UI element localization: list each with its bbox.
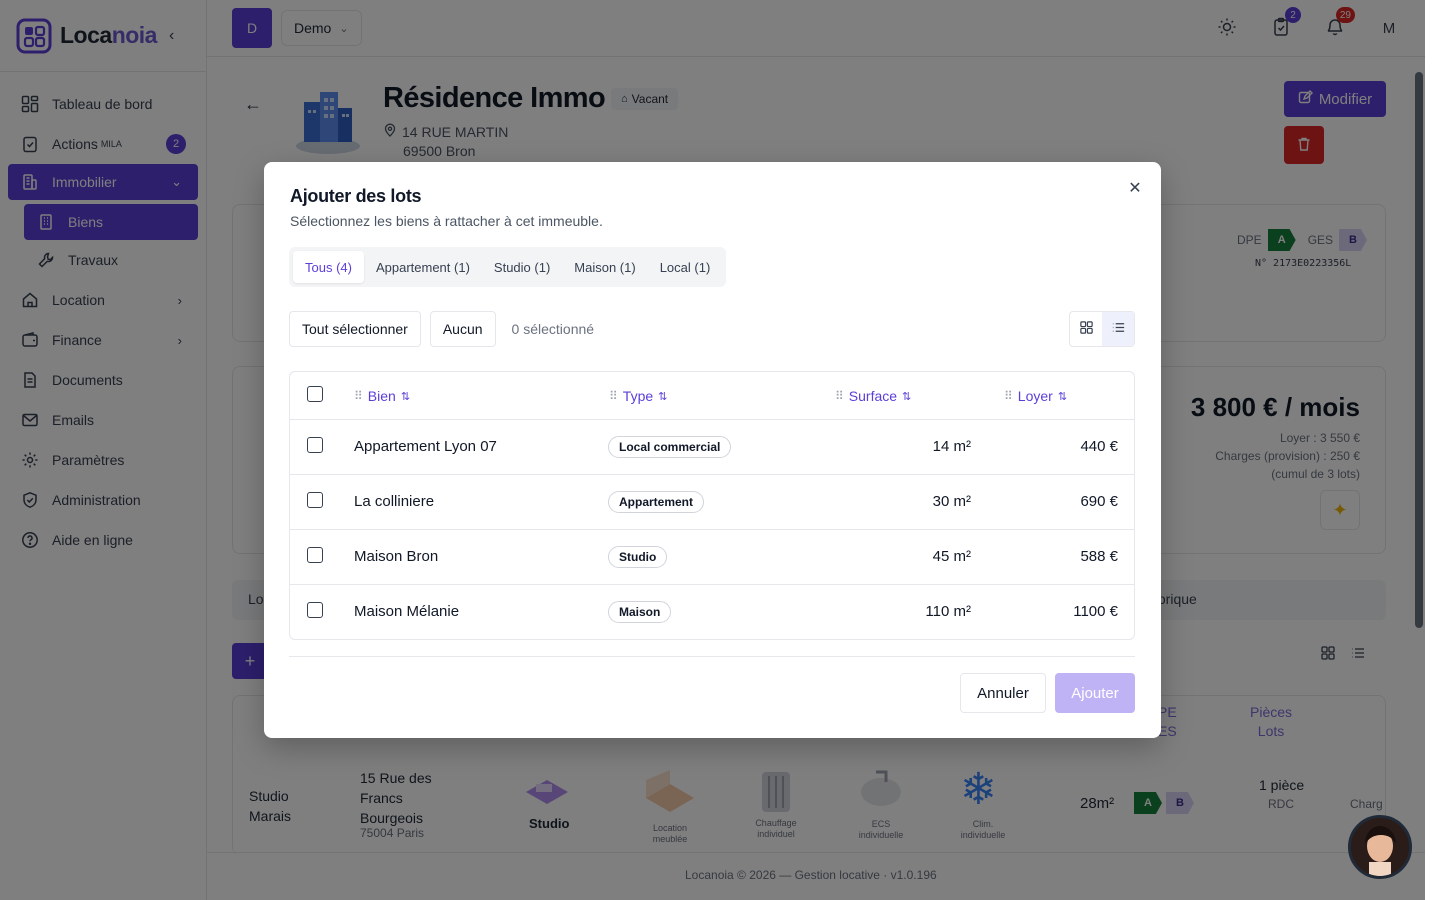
drag-handle-icon[interactable]: ⠿ [835,389,844,403]
row-checkbox[interactable] [307,437,323,453]
dialog-footer-divider [289,656,1135,657]
tab-appartement[interactable]: Appartement (1) [364,251,482,283]
grid-view-button[interactable] [1070,312,1102,346]
column-loyer-label: Loyer [1017,388,1053,404]
drag-handle-icon[interactable]: ⠿ [609,389,618,403]
assistant-avatar[interactable] [1348,815,1412,879]
type-filter-tabs: Tous (4) Appartement (1) Studio (1) Mais… [289,247,727,287]
lot-type-badge: Local commercial [608,436,732,458]
lot-rent: 1100 € [1073,603,1118,620]
lot-type-badge: Maison [608,601,672,623]
table-header: ⠿ Bien ⇅ ⠿ Type ⇅ ⠿ Surface ⇅ ⠿ Loyer ⇅ [290,372,1134,420]
row-checkbox[interactable] [307,602,323,618]
tab-maison[interactable]: Maison (1) [562,251,647,283]
column-loyer[interactable]: ⠿ Loyer ⇅ [1004,388,1067,404]
cancel-button[interactable]: Annuler [960,673,1046,713]
row-checkbox[interactable] [307,547,323,563]
lot-surface: 45 m² [932,548,971,565]
lot-type-badge: Studio [608,546,668,568]
close-icon: ✕ [1128,180,1142,197]
lot-name: La colliniere [354,493,435,510]
table-row[interactable]: Maison Mélanie Maison 110 m² 1100 € [290,585,1134,640]
column-surface-label: Surface [848,388,898,404]
tab-local[interactable]: Local (1) [648,251,723,283]
sort-icon: ⇅ [1057,390,1068,403]
add-button[interactable]: Ajouter [1055,673,1135,713]
select-all-button[interactable]: Tout sélectionner [289,311,421,347]
lot-type-badge: Appartement [608,491,705,513]
grid-view-icon [1079,320,1094,338]
dialog-subtitle: Sélectionnez les biens à rattacher à cet… [290,213,603,229]
column-type-label: Type [622,388,654,404]
lot-rent: 440 € [1080,438,1118,455]
add-lots-dialog: Ajouter des lots Sélectionnez les biens … [264,162,1161,738]
selection-toolbar: Tout sélectionner Aucun 0 sélectionné [289,311,594,347]
tab-tous[interactable]: Tous (4) [293,251,364,283]
table-row[interactable]: La colliniere Appartement 30 m² 690 € [290,475,1134,530]
lot-surface: 14 m² [932,438,971,455]
dialog-title: Ajouter des lots [290,186,422,206]
sort-icon: ⇅ [400,390,411,403]
select-none-button[interactable]: Aucun [429,311,496,347]
lot-name: Maison Bron [354,548,439,565]
column-type[interactable]: ⠿ Type ⇅ [609,388,667,404]
sort-icon: ⇅ [658,390,668,403]
lot-name: Appartement Lyon 07 [354,438,497,455]
column-bien-label: Bien [367,388,396,404]
lot-rent: 588 € [1080,548,1118,565]
select-all-checkbox[interactable] [307,386,323,402]
drag-handle-icon[interactable]: ⠿ [354,389,363,403]
lot-surface: 30 m² [932,493,971,510]
row-checkbox[interactable] [307,492,323,508]
list-view-icon [1111,320,1126,338]
lot-surface: 110 m² [925,603,971,620]
tab-studio[interactable]: Studio (1) [482,251,562,283]
drag-handle-icon[interactable]: ⠿ [1004,389,1013,403]
lot-rent: 690 € [1080,493,1118,510]
table-row[interactable]: Maison Bron Studio 45 m² 588 € [290,530,1134,585]
lots-table: ⠿ Bien ⇅ ⠿ Type ⇅ ⠿ Surface ⇅ ⠿ Loyer ⇅ Appartem… [289,371,1135,640]
close-button[interactable]: ✕ [1125,178,1145,198]
view-switch [1069,311,1135,347]
column-bien[interactable]: ⠿ Bien ⇅ [354,388,410,404]
list-view-button[interactable] [1102,312,1134,346]
table-row[interactable]: Appartement Lyon 07 Local commercial 14 … [290,420,1134,475]
column-surface[interactable]: ⠿ Surface ⇅ [835,388,911,404]
sort-icon: ⇅ [902,390,912,403]
selected-count: 0 sélectionné [511,321,595,337]
lot-name: Maison Mélanie [354,603,460,620]
